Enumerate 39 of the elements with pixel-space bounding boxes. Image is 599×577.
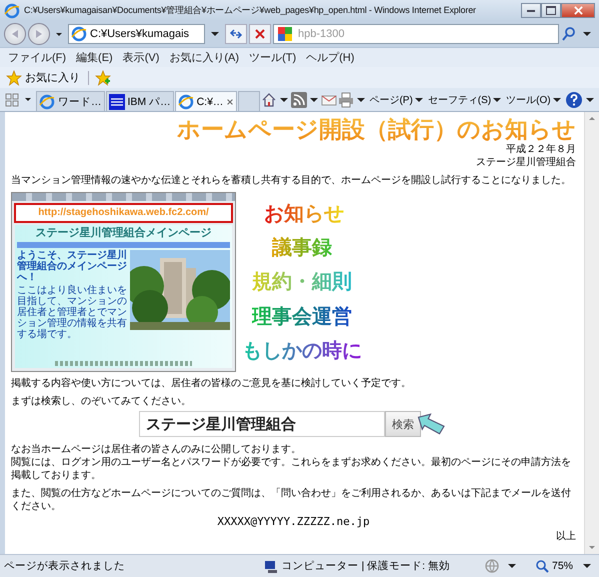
command-menu[interactable]: ページ(P) [368,92,426,106]
notice-text: なお当ホームページは居住者の皆さんのみに公開しております。 [11,443,301,456]
email-address: XXXXX@YYYYY.ZZZZZ.ne.jp [217,514,370,530]
menu-item[interactable]: 編集(E) [76,50,113,65]
notice-text: 閲覧には、ログオン用のユーザー名とパスワードが必要です。これらをまずお求めください。最初のページにその申請方法を掲載しております。 [11,456,572,482]
menu-item[interactable]: ツール(T) [249,50,296,65]
favorites-button[interactable]: お気に入り [4,70,82,86]
welcome-text: ようこそ、ステージ星川管理組合のメインページへ！ [17,250,127,283]
organization-name: ステージ星川管理組合 [476,156,576,169]
menu-item[interactable]: 表示(V) [122,50,160,65]
search-field[interactable]: hpb-1300 [273,24,559,44]
search-prompt: まずは検索し、のぞいてみてください。 [11,395,191,408]
site-title: ステージ星川管理組合メインページ [34,226,212,241]
closing-text: 以上 [556,530,576,543]
command-menu[interactable]: セーフティ(S) [426,92,504,106]
contact-text: また、閲覧の仕方などホームページについてのご質問は、「問い合わせ」をご利用されるか、あるいは下記までメールを送付ください。 [11,487,572,513]
browser-tab[interactable]: C:¥… [174,91,238,111]
security-zone-text: コンピューター | 保護モード: 無効 [282,559,450,573]
menu-item[interactable]: ファイル(F) [8,50,66,65]
page-heading: ホームページ開設（試行）のお知らせ [177,115,576,143]
date-text: 平成２２年８月 [506,143,576,156]
url-callout: http://stagehoshikawa.web.fc2.com/ [14,203,233,223]
status-text: ページが表示されました [4,559,126,573]
menu-item[interactable]: ヘルプ(H) [306,50,354,65]
description-text: ここはより良い住まいを目指して、マンションの居住者と管理者とでマンション管理の情報を共有する場です。 [17,285,127,340]
tab-label: C:¥… [196,96,224,108]
browser-tab[interactable]: IBM パ… [106,91,174,111]
tab-label: IBM パ… [128,94,171,108]
search-button[interactable]: 検索 [385,411,421,437]
browser-tab[interactable]: ワード… [36,91,104,111]
window-title: C:¥Users¥kumagaisan¥Documents¥管理組合¥ホームページ¥web_pages¥hp_open.html - Windows Internet Explorer [24,4,477,17]
intro-text: 当マンション管理情報の速やかな伝達とそれらを蓄積し共有する目的で、ホームページを開設し試行することになりました。 [11,174,571,187]
command-menu[interactable]: ツール(O) [505,92,564,106]
address-field[interactable]: C:¥Users¥kumagais [68,24,205,44]
search-field[interactable]: ステージ星川管理組合 [139,411,385,437]
zoom-button[interactable]: 75% [532,558,575,574]
menu-item[interactable]: お気に入り(A) [169,50,240,65]
plan-text: 掲載する内容や使い方については、居住者の皆様のご意見を基に検討していく予定です。 [11,377,411,390]
tab-label: ワード… [58,94,102,108]
